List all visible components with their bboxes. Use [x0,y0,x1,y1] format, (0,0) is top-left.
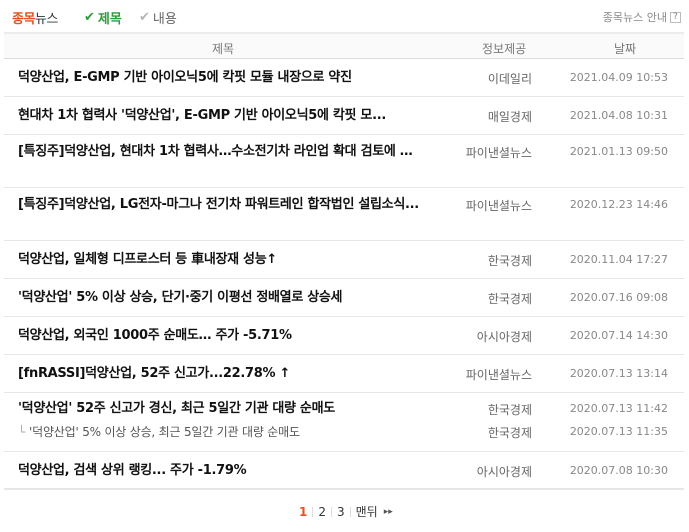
news-date: 2020.07.13 13:14 [569,367,668,380]
news-title-link[interactable]: [fnRASSI]덕양산업, 52주 신고가...22.78% ↑ [18,364,448,384]
news-title-link[interactable]: '덕양산업' 5% 이상 상승, 단기·중기 이평선 정배열로 상승세 [18,288,448,308]
column-header-date: 날짜 [614,42,637,56]
news-date: 2020.07.16 09:08 [569,291,668,304]
news-source: 이데일리 [487,72,532,86]
related-news-source: 한국경제 [487,426,532,440]
brand-title-accent: 종목 [12,12,35,27]
news-date: 2020.11.04 17:27 [569,253,668,266]
table-row: 현대차 1차 협력사 '덕양산업', E-GMP 기반 아이오닉5에 칵핏 모.… [4,97,684,135]
news-guide-label: 종목뉴스 안내 [602,11,667,24]
news-header: 종목뉴스 ✔ 제목 ✔ 내용 종목뉴스 안내 ? [0,0,689,32]
news-title-link[interactable]: 덕양산업, E-GMP 기반 아이오닉5에 칵핏 모듈 내장으로 약진 [18,68,448,88]
news-source: 아시아경제 [476,330,532,344]
brand-title: 종목뉴스 [12,8,58,27]
table-row: '덕양산업' 5% 이상 상승, 단기·중기 이평선 정배열로 상승세 한국경제 2… [4,279,684,317]
news-source: 한국경제 [487,292,532,306]
page-link-3[interactable]: 3 [332,505,350,519]
news-date: 2020.07.08 10:30 [569,464,668,477]
news-source: 한국경제 [487,254,532,268]
news-title-link[interactable]: [특징주]덕양산업, LG전자-마그나 전기차 파워트레인 합작법인 설립소식.… [18,195,448,215]
news-source: 파이낸셜뉴스 [465,146,532,160]
news-title-link[interactable]: [특징주]덕양산업, 현대차 1차 협력사…수소전기차 라인업 확대 검토에 … [18,142,448,162]
table-row: 덕양산업, 외국인 1000주 순매도… 주가 -5.71% 아시아경제 2020.… [4,317,684,355]
news-date: 2021.01.13 09:50 [569,145,668,158]
filter-title[interactable]: ✔ 제목 [84,8,122,27]
news-date: 2020.07.13 11:42 [569,402,668,415]
check-icon: ✔ [139,10,150,25]
table-row: 덕양산업, E-GMP 기반 아이오닉5에 칵핏 모듈 내장으로 약진 이데일리 2… [4,59,684,97]
news-table: 제목 정보제공 날짜 덕양산업, E-GMP 기반 아이오닉5에 칵핏 모듈 내… [4,32,684,490]
column-header-title: 제목 [212,42,235,56]
page-link-1[interactable]: 1 [294,505,312,519]
news-source: 매일경제 [487,110,532,124]
related-news-date: 2020.07.13 11:35 [569,425,668,438]
filter-content[interactable]: ✔ 내용 [139,8,177,27]
table-header: 제목 정보제공 날짜 [4,32,684,59]
last-page-link[interactable]: 맨뒤 [351,503,378,520]
table-row: [fnRASSI]덕양산업, 52주 신고가...22.78% ↑ 파이낸셜뉴스 2… [4,355,684,393]
pagination: 1 2 3 맨뒤 ▸▸ [4,488,684,532]
news-title-link[interactable]: 덕양산업, 일체형 디프로스터 등 車내장재 성능↑ [18,250,448,270]
news-date: 2020.12.23 14:46 [569,198,668,211]
filter-title-label: 제목 [97,12,122,27]
news-guide-link[interactable]: 종목뉴스 안내 ? [603,9,681,25]
brand-title-rest: 뉴스 [34,12,58,27]
related-news-link[interactable]: └ '덕양산업' 5% 이상 상승, 최근 5일간 기관 대량 순매도 [18,423,300,440]
news-date: 2020.07.14 14:30 [569,329,668,342]
page-link-2[interactable]: 2 [313,505,331,519]
check-icon: ✔ [84,10,95,25]
double-chevron-right-icon[interactable]: ▸▸ [378,507,393,517]
column-header-source: 정보제공 [482,42,527,56]
news-source: 파이낸셜뉴스 [465,368,532,382]
table-row: [특징주]덕양산업, 현대차 1차 협력사…수소전기차 라인업 확대 검토에 …… [4,135,684,188]
table-row: '덕양산업' 52주 신고가 경신, 최근 5일간 기관 대량 순매도 한국경제 2… [4,393,684,452]
news-source: 아시아경제 [476,465,532,479]
reply-indent-icon: └ [18,425,26,439]
news-source: 파이낸셜뉴스 [465,199,532,213]
news-source: 한국경제 [487,403,532,417]
news-date: 2021.04.09 10:53 [569,71,668,84]
news-title-link[interactable]: 현대차 1차 협력사 '덕양산업', E-GMP 기반 아이오닉5에 칵핏 모.… [18,106,448,126]
table-row: 덕양산업, 일체형 디프로스터 등 車내장재 성능↑ 한국경제 2020.11.04… [4,241,684,279]
table-row: 덕양산업, 검색 상위 랭킹... 주가 -1.79% 아시아경제 2020.07.… [4,452,684,490]
table-body: 덕양산업, E-GMP 기반 아이오닉5에 칵핏 모듈 내장으로 약진 이데일리 2… [4,59,684,490]
filter-content-label: 내용 [152,12,177,27]
help-icon: ? [670,11,681,23]
news-title-link[interactable]: 덕양산업, 검색 상위 랭킹... 주가 -1.79% [18,461,448,481]
related-news-title: '덕양산업' 5% 이상 상승, 최근 5일간 기관 대량 순매도 [29,425,300,439]
table-row: [특징주]덕양산업, LG전자-마그나 전기차 파워트레인 합작법인 설립소식.… [4,188,684,241]
news-date: 2021.04.08 10:31 [569,109,668,122]
news-title-link[interactable]: 덕양산업, 외국인 1000주 순매도… 주가 -5.71% [18,326,448,346]
news-title-link[interactable]: '덕양산업' 52주 신고가 경신, 최근 5일간 기관 대량 순매도 [18,399,448,419]
